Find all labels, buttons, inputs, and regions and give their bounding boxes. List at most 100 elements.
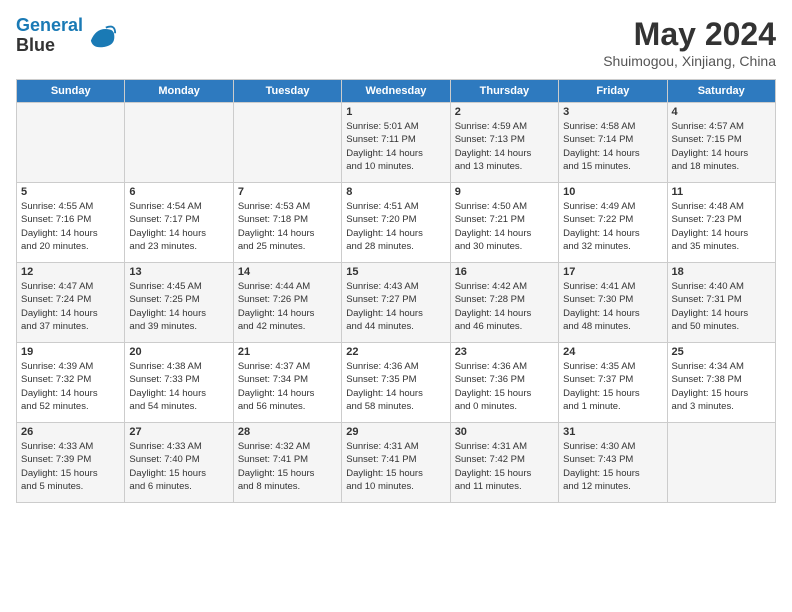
day-number: 22 bbox=[346, 346, 445, 358]
calendar-cell: 24Sunrise: 4:35 AMSunset: 7:37 PMDayligh… bbox=[559, 343, 667, 423]
day-info: Sunrise: 4:36 AMSunset: 7:36 PMDaylight:… bbox=[455, 360, 554, 413]
day-info: Sunrise: 4:42 AMSunset: 7:28 PMDaylight:… bbox=[455, 280, 554, 333]
day-number: 24 bbox=[563, 346, 662, 358]
day-info: Sunrise: 4:38 AMSunset: 7:33 PMDaylight:… bbox=[129, 360, 228, 413]
day-number: 23 bbox=[455, 346, 554, 358]
header-day-monday: Monday bbox=[125, 80, 233, 103]
calendar-cell: 10 Sunrise: 4:49 AMSunset: 7:22 PMDayligh… bbox=[559, 183, 667, 263]
day-info: Sunrise: 4:57 AMSunset: 7:15 PMDaylight:… bbox=[672, 120, 771, 173]
calendar-cell: 13Sunrise: 4:45 AMSunset: 7:25 PMDayligh… bbox=[125, 263, 233, 343]
day-number: 16 bbox=[455, 266, 554, 278]
day-number: 14 bbox=[238, 266, 337, 278]
calendar-cell: 11 Sunrise: 4:48 AMSunset: 7:23 PMDayligh… bbox=[667, 183, 775, 263]
day-number: 9 bbox=[455, 186, 554, 198]
calendar-cell: 5 Sunrise: 4:55 AMSunset: 7:16 PMDaylight… bbox=[17, 183, 125, 263]
day-info: Sunrise: 4:33 AMSunset: 7:40 PMDaylight:… bbox=[129, 440, 228, 493]
day-number: 30 bbox=[455, 426, 554, 438]
day-info: Sunrise: 4:49 AMSunset: 7:22 PMDaylight:… bbox=[563, 200, 662, 253]
calendar-table: SundayMondayTuesdayWednesdayThursdayFrid… bbox=[16, 79, 776, 503]
calendar-cell: 17 Sunrise: 4:41 AMSunset: 7:30 PMDayligh… bbox=[559, 263, 667, 343]
calendar-cell: 15Sunrise: 4:43 AMSunset: 7:27 PMDayligh… bbox=[342, 263, 450, 343]
logo: GeneralBlue bbox=[16, 16, 117, 56]
day-number: 17 bbox=[563, 266, 662, 278]
day-info: Sunrise: 4:37 AMSunset: 7:34 PMDaylight:… bbox=[238, 360, 337, 413]
calendar-cell: 19 Sunrise: 4:39 AMSunset: 7:32 PMDayligh… bbox=[17, 343, 125, 423]
day-number: 10 bbox=[563, 186, 662, 198]
day-info: Sunrise: 4:50 AMSunset: 7:21 PMDaylight:… bbox=[455, 200, 554, 253]
calendar-cell: 7 Sunrise: 4:53 AMSunset: 7:18 PMDaylight… bbox=[233, 183, 341, 263]
calendar-cell: 23 Sunrise: 4:36 AMSunset: 7:36 PMDayligh… bbox=[450, 343, 558, 423]
calendar-cell bbox=[233, 103, 341, 183]
calendar-cell: 4 Sunrise: 4:57 AMSunset: 7:15 PMDaylight… bbox=[667, 103, 775, 183]
day-number: 28 bbox=[238, 426, 337, 438]
day-info: Sunrise: 4:51 AMSunset: 7:20 PMDaylight:… bbox=[346, 200, 445, 253]
calendar-cell: 20 Sunrise: 4:38 AMSunset: 7:33 PMDayligh… bbox=[125, 343, 233, 423]
calendar-cell: 25Sunrise: 4:34 AMSunset: 7:38 PMDayligh… bbox=[667, 343, 775, 423]
day-number: 19 bbox=[21, 346, 120, 358]
calendar-cell bbox=[17, 103, 125, 183]
day-number: 15 bbox=[346, 266, 445, 278]
month-title: May 2024 bbox=[603, 16, 776, 53]
day-info: Sunrise: 4:54 AMSunset: 7:17 PMDaylight:… bbox=[129, 200, 228, 253]
calendar-cell: 16 Sunrise: 4:42 AMSunset: 7:28 PMDayligh… bbox=[450, 263, 558, 343]
day-info: Sunrise: 4:45 AMSunset: 7:25 PMDaylight:… bbox=[129, 280, 228, 333]
day-info: Sunrise: 5:01 AMSunset: 7:11 PMDaylight:… bbox=[346, 120, 445, 173]
calendar-cell bbox=[667, 423, 775, 503]
calendar-cell: 14 Sunrise: 4:44 AMSunset: 7:26 PMDayligh… bbox=[233, 263, 341, 343]
day-number: 6 bbox=[129, 186, 228, 198]
calendar-cell bbox=[125, 103, 233, 183]
location: Shuimogou, Xinjiang, China bbox=[603, 53, 776, 69]
day-info: Sunrise: 4:40 AMSunset: 7:31 PMDaylight:… bbox=[672, 280, 771, 333]
page-header: GeneralBlue May 2024 Shuimogou, Xinjiang… bbox=[16, 16, 776, 69]
day-info: Sunrise: 4:48 AMSunset: 7:23 PMDaylight:… bbox=[672, 200, 771, 253]
day-info: Sunrise: 4:47 AMSunset: 7:24 PMDaylight:… bbox=[21, 280, 120, 333]
day-info: Sunrise: 4:31 AMSunset: 7:42 PMDaylight:… bbox=[455, 440, 554, 493]
day-number: 21 bbox=[238, 346, 337, 358]
calendar-cell: 18Sunrise: 4:40 AMSunset: 7:31 PMDayligh… bbox=[667, 263, 775, 343]
header-row: SundayMondayTuesdayWednesdayThursdayFrid… bbox=[17, 80, 776, 103]
header-day-friday: Friday bbox=[559, 80, 667, 103]
calendar-cell: 26Sunrise: 4:33 AMSunset: 7:39 PMDayligh… bbox=[17, 423, 125, 503]
calendar-cell: 28 Sunrise: 4:32 AMSunset: 7:41 PMDayligh… bbox=[233, 423, 341, 503]
calendar-cell: 22 Sunrise: 4:36 AMSunset: 7:35 PMDayligh… bbox=[342, 343, 450, 423]
day-number: 3 bbox=[563, 106, 662, 118]
day-number: 20 bbox=[129, 346, 228, 358]
day-info: Sunrise: 4:53 AMSunset: 7:18 PMDaylight:… bbox=[238, 200, 337, 253]
day-number: 2 bbox=[455, 106, 554, 118]
day-info: Sunrise: 4:36 AMSunset: 7:35 PMDaylight:… bbox=[346, 360, 445, 413]
day-number: 29 bbox=[346, 426, 445, 438]
calendar-cell: 9 Sunrise: 4:50 AMSunset: 7:21 PMDaylight… bbox=[450, 183, 558, 263]
week-row-3: 12 Sunrise: 4:47 AMSunset: 7:24 PMDayligh… bbox=[17, 263, 776, 343]
header-day-saturday: Saturday bbox=[667, 80, 775, 103]
title-block: May 2024 Shuimogou, Xinjiang, China bbox=[603, 16, 776, 69]
day-number: 11 bbox=[672, 186, 771, 198]
logo-icon bbox=[89, 22, 117, 50]
logo-text: GeneralBlue bbox=[16, 16, 83, 56]
day-info: Sunrise: 4:44 AMSunset: 7:26 PMDaylight:… bbox=[238, 280, 337, 333]
day-number: 4 bbox=[672, 106, 771, 118]
day-number: 5 bbox=[21, 186, 120, 198]
week-row-4: 19 Sunrise: 4:39 AMSunset: 7:32 PMDayligh… bbox=[17, 343, 776, 423]
day-number: 7 bbox=[238, 186, 337, 198]
day-info: Sunrise: 4:41 AMSunset: 7:30 PMDaylight:… bbox=[563, 280, 662, 333]
day-info: Sunrise: 4:55 AMSunset: 7:16 PMDaylight:… bbox=[21, 200, 120, 253]
day-info: Sunrise: 4:39 AMSunset: 7:32 PMDaylight:… bbox=[21, 360, 120, 413]
calendar-cell: 2Sunrise: 4:59 AMSunset: 7:13 PMDaylight… bbox=[450, 103, 558, 183]
day-number: 8 bbox=[346, 186, 445, 198]
calendar-cell: 1Sunrise: 5:01 AMSunset: 7:11 PMDaylight… bbox=[342, 103, 450, 183]
calendar-cell: 3Sunrise: 4:58 AMSunset: 7:14 PMDaylight… bbox=[559, 103, 667, 183]
calendar-cell: 29Sunrise: 4:31 AMSunset: 7:41 PMDayligh… bbox=[342, 423, 450, 503]
day-info: Sunrise: 4:32 AMSunset: 7:41 PMDaylight:… bbox=[238, 440, 337, 493]
day-number: 25 bbox=[672, 346, 771, 358]
header-day-tuesday: Tuesday bbox=[233, 80, 341, 103]
week-row-5: 26Sunrise: 4:33 AMSunset: 7:39 PMDayligh… bbox=[17, 423, 776, 503]
day-number: 12 bbox=[21, 266, 120, 278]
day-number: 27 bbox=[129, 426, 228, 438]
calendar-cell: 30 Sunrise: 4:31 AMSunset: 7:42 PMDayligh… bbox=[450, 423, 558, 503]
day-info: Sunrise: 4:30 AMSunset: 7:43 PMDaylight:… bbox=[563, 440, 662, 493]
calendar-cell: 21 Sunrise: 4:37 AMSunset: 7:34 PMDayligh… bbox=[233, 343, 341, 423]
calendar-header: SundayMondayTuesdayWednesdayThursdayFrid… bbox=[17, 80, 776, 103]
week-row-1: 1Sunrise: 5:01 AMSunset: 7:11 PMDaylight… bbox=[17, 103, 776, 183]
header-day-thursday: Thursday bbox=[450, 80, 558, 103]
header-day-wednesday: Wednesday bbox=[342, 80, 450, 103]
